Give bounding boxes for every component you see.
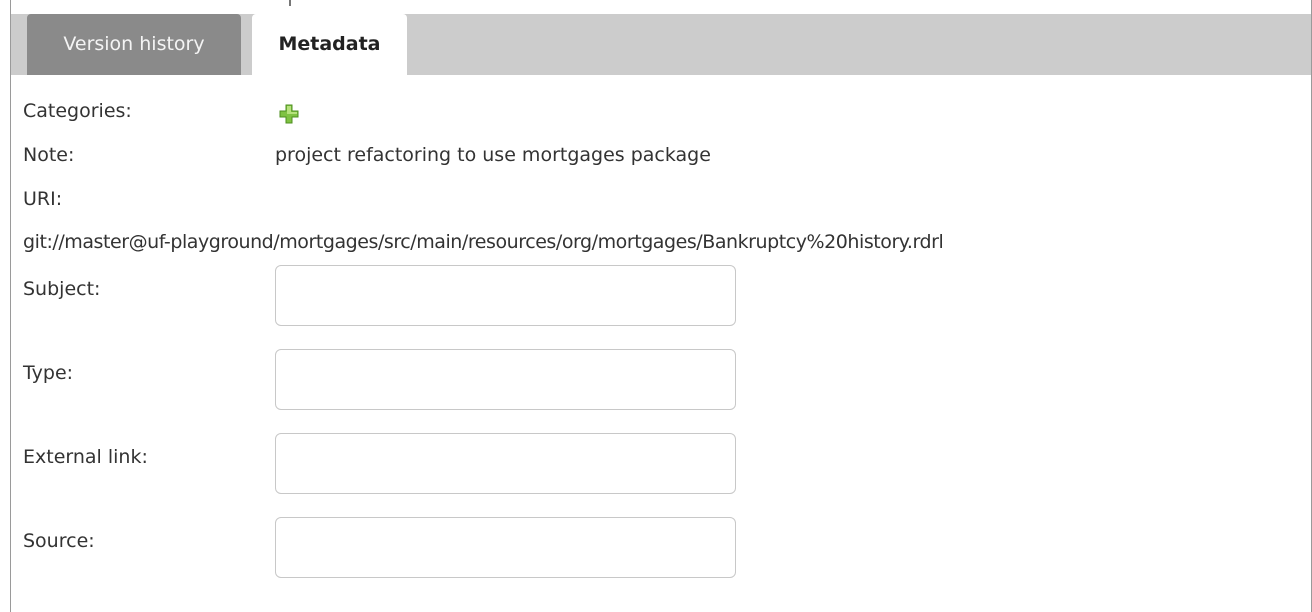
note-value: project refactoring to use mortgages pac… [275,144,711,166]
tab-metadata[interactable]: Metadata [252,14,407,75]
add-category-button[interactable] [279,104,299,124]
source-input[interactable] [275,517,736,578]
uri-label: URI: [23,188,63,210]
plus-icon [279,104,299,124]
external-link-label: External link: [23,446,148,468]
categories-label: Categories: [23,100,132,122]
tab-bar: Version history Metadata [11,14,1311,75]
type-input[interactable] [275,349,736,410]
tab-metadata-label: Metadata [278,33,381,55]
subject-input[interactable] [275,265,736,326]
external-link-input[interactable] [275,433,736,494]
divider-tick [289,0,291,6]
tab-version-history-label: Version history [63,33,205,55]
note-label: Note: [23,144,75,166]
source-label: Source: [23,530,95,552]
subject-label: Subject: [23,278,101,300]
type-label: Type: [23,362,74,384]
tab-version-history[interactable]: Version history [27,14,241,75]
metadata-panel: Version history Metadata Categories: Not… [10,0,1312,612]
uri-value: git://master@uf-playground/mortgages/src… [23,231,944,253]
